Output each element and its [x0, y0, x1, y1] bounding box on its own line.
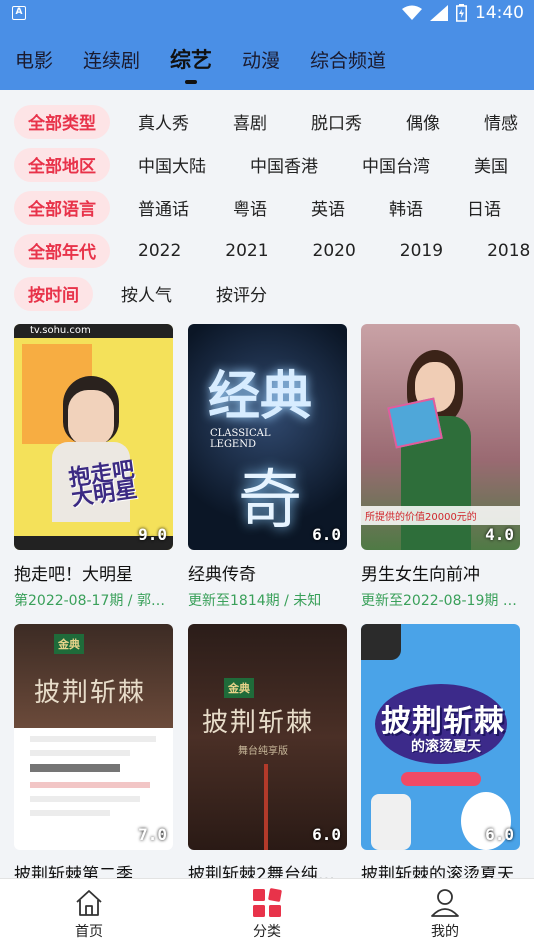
nav-category[interactable]: 分类 [178, 879, 356, 950]
filter-row-type: 全部类型 真人秀 喜剧 脱口秀 偶像 情感 [0, 100, 534, 143]
nav-label: 首页 [75, 924, 103, 940]
filter-option[interactable]: 情感 [484, 109, 518, 134]
status-bar: A 14:40 [0, 0, 534, 28]
sort-option[interactable]: 按人气 [121, 281, 172, 306]
rating-badge: 6.0 [312, 825, 341, 844]
poster-title-art: 披荆斩棘 [381, 704, 505, 739]
filter-option[interactable]: 中国大陆 [138, 152, 206, 177]
filter-option[interactable]: 英语 [311, 195, 345, 220]
filter-option[interactable]: 脱口秀 [311, 109, 362, 134]
sort-chip-by-time[interactable]: 按时间 [14, 276, 93, 311]
filter-option[interactable]: 中国香港 [250, 152, 318, 177]
filter-option[interactable]: 2021 [225, 241, 268, 261]
filter-option[interactable]: 2022 [138, 241, 181, 261]
filter-chip-all-years[interactable]: 全部年代 [14, 233, 110, 268]
tab-series[interactable]: 连续剧 [83, 46, 140, 73]
tab-variety[interactable]: 综艺 [170, 44, 212, 74]
nav-label: 分类 [253, 924, 281, 940]
nav-profile[interactable]: 我的 [356, 879, 534, 950]
show-poster[interactable]: 披荆斩棘 的滚烫夏天 6.0 [361, 624, 520, 850]
filter-option[interactable]: 中国台湾 [362, 152, 430, 177]
show-title: 经典传奇 [188, 565, 256, 585]
category-tabs: 电影 连续剧 综艺 动漫 综合频道 [0, 28, 534, 90]
poster-caption: CLASSICAL LEGEND [210, 428, 271, 450]
show-poster[interactable]: 金典 披荆斩棘 舞台纯享版 6.0 [188, 624, 347, 850]
show-update-info: 更新至2022-08-19期 / … [361, 593, 520, 609]
show-update-info: 更新至1814期 / 未知 [188, 593, 322, 609]
filter-row-year: 全部年代 2022 2021 2020 2019 2018 [0, 229, 534, 272]
show-card[interactable]: 金典 披荆斩棘 7.0 披荆斩棘第二季 [14, 624, 173, 885]
rating-badge: 6.0 [485, 825, 514, 844]
category-icon [253, 888, 282, 917]
show-card[interactable]: 经典 CLASSICAL LEGEND 奇 6.0 经典传奇 更新至1814期 … [188, 324, 347, 610]
filter-option[interactable]: 偶像 [406, 109, 440, 134]
rating-badge: 6.0 [312, 525, 341, 544]
poster-caption: 金典 [54, 634, 84, 654]
rating-badge: 9.0 [138, 525, 167, 544]
clock: 14:40 [475, 3, 524, 23]
rating-badge: 4.0 [485, 525, 514, 544]
filter-option[interactable]: 2020 [313, 241, 356, 261]
filter-option[interactable]: 2018 [487, 241, 530, 261]
filter-option[interactable]: 真人秀 [138, 109, 189, 134]
filter-chip-all-regions[interactable]: 全部地区 [14, 147, 110, 182]
tab-movie[interactable]: 电影 [15, 46, 53, 73]
filter-option[interactable]: 普通话 [138, 195, 189, 220]
filter-row-sort: 按时间 按人气 按评分 [0, 272, 534, 315]
show-card[interactable]: 金典 披荆斩棘 舞台纯享版 6.0 披荆斩棘2舞台纯… [188, 624, 347, 885]
nav-label: 我的 [431, 924, 459, 940]
filter-row-region: 全部地区 中国大陆 中国香港 中国台湾 美国 [0, 143, 534, 186]
poster-title-art: 经典 [208, 366, 313, 427]
filter-option[interactable]: 粤语 [233, 195, 267, 220]
filter-option[interactable]: 韩语 [389, 195, 423, 220]
signal-icon [430, 5, 448, 21]
filter-chip-all-types[interactable]: 全部类型 [14, 104, 110, 139]
sort-option[interactable]: 按评分 [216, 281, 267, 306]
poster-title-art: 披荆斩棘 [202, 708, 315, 738]
poster-caption: tv.sohu.com [30, 325, 91, 336]
filter-option[interactable]: 日语 [467, 195, 501, 220]
rating-badge: 7.0 [138, 825, 167, 844]
nav-home[interactable]: 首页 [0, 879, 178, 950]
poster-subtitle: 所提供的价值20000元的 [361, 506, 520, 525]
show-update-info: 第2022-08-17期 / 郭… [14, 593, 165, 609]
notification-a-icon: A [12, 6, 26, 20]
bottom-navigation: 首页 分类 我的 [0, 878, 534, 950]
show-card[interactable]: 披荆斩棘 的滚烫夏天 6.0 披荆斩棘的滚烫夏天 [361, 624, 520, 885]
show-poster[interactable]: tv.sohu.com 抱走吧大明星 9.0 [14, 324, 173, 550]
poster-title-art: 抱走吧大明星 [67, 457, 139, 512]
show-card[interactable]: 所提供的价值20000元的 4.0 男生女生向前冲 更新至2022-08-19期… [361, 324, 520, 610]
filter-chip-all-languages[interactable]: 全部语言 [14, 190, 110, 225]
filter-row-language: 全部语言 普通话 粤语 英语 韩语 日语 [0, 186, 534, 229]
poster-caption: 的滚烫夏天 [411, 739, 481, 755]
show-card[interactable]: tv.sohu.com 抱走吧大明星 9.0 抱走吧！大明星 第2022-08-… [14, 324, 173, 610]
filter-panel: 全部类型 真人秀 喜剧 脱口秀 偶像 情感 全部地区 中国大陆 中国香港 中国台… [0, 100, 534, 315]
filter-option[interactable]: 2019 [400, 241, 443, 261]
tab-channels[interactable]: 综合频道 [310, 46, 386, 73]
home-icon [76, 890, 102, 916]
show-poster[interactable]: 经典 CLASSICAL LEGEND 奇 6.0 [188, 324, 347, 550]
poster-caption: 舞台纯享版 [238, 746, 288, 757]
filter-option[interactable]: 喜剧 [233, 109, 267, 134]
battery-icon [456, 4, 467, 22]
show-title: 抱走吧！大明星 [14, 565, 133, 585]
show-poster[interactable]: 所提供的价值20000元的 4.0 [361, 324, 520, 550]
profile-icon [431, 889, 459, 917]
poster-title-art: 披荆斩棘 [34, 678, 147, 708]
wifi-icon [402, 5, 422, 20]
filter-option[interactable]: 美国 [474, 152, 508, 177]
show-title: 男生女生向前冲 [361, 565, 480, 585]
tab-anime[interactable]: 动漫 [242, 46, 280, 73]
show-poster[interactable]: 金典 披荆斩棘 7.0 [14, 624, 173, 850]
